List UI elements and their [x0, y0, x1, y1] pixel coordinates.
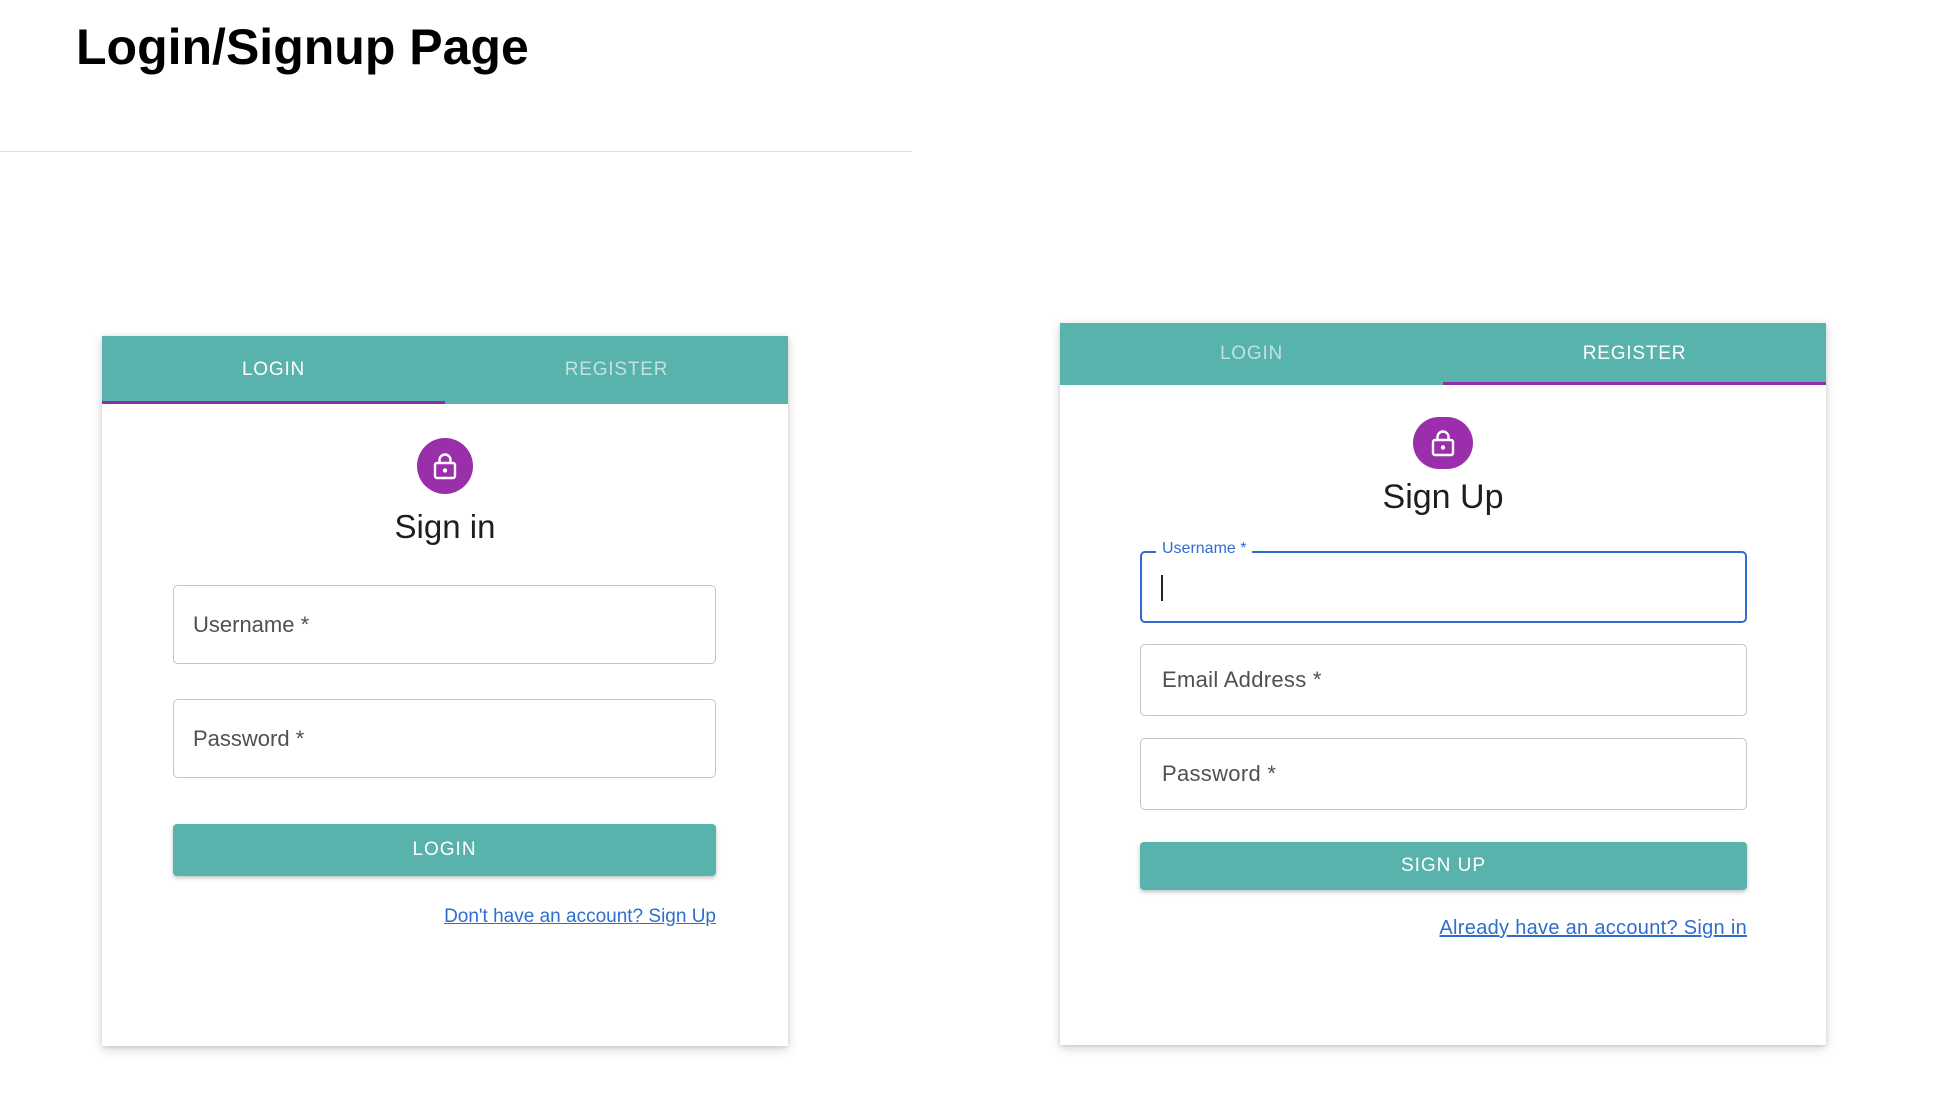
tab-register[interactable]: REGISTER — [1443, 323, 1826, 385]
email-field[interactable]: Email Address * — [1140, 644, 1747, 716]
username-field[interactable]: Username * — [173, 585, 716, 664]
text-cursor — [1161, 575, 1163, 601]
signup-heading: Sign Up — [1382, 478, 1504, 516]
username-field-label: Username * — [193, 611, 310, 637]
password-field-label: Password * — [193, 725, 305, 751]
signin-link[interactable]: Already have an account? Sign in — [1439, 917, 1747, 940]
page-title: Login/Signup Page — [76, 19, 529, 75]
login-card: LOGIN REGISTER Sign in Username * Passwo… — [102, 336, 788, 1046]
lock-icon — [1413, 417, 1473, 469]
tab-login[interactable]: LOGIN — [1060, 323, 1443, 385]
signup-card-tabs: LOGIN REGISTER — [1060, 323, 1826, 385]
header-divider — [0, 151, 912, 152]
login-button[interactable]: LOGIN — [173, 824, 716, 876]
signup-card: LOGIN REGISTER Sign Up Username * Email … — [1060, 323, 1826, 1045]
email-field-label: Email Address * — [1162, 667, 1322, 692]
username-field[interactable]: Username * — [1140, 540, 1747, 623]
signup-button[interactable]: SIGN UP — [1140, 842, 1747, 890]
signup-link[interactable]: Don't have an account? Sign Up — [444, 906, 716, 928]
tab-login[interactable]: LOGIN — [102, 336, 445, 404]
password-field[interactable]: Password * — [1140, 738, 1747, 810]
tab-register[interactable]: REGISTER — [445, 336, 788, 404]
password-field-label: Password * — [1162, 761, 1277, 786]
signin-heading: Sign in — [394, 508, 496, 545]
username-field-label: Username * — [1156, 540, 1253, 558]
lock-icon — [417, 438, 473, 494]
password-field[interactable]: Password * — [173, 699, 716, 778]
login-card-tabs: LOGIN REGISTER — [102, 336, 788, 404]
